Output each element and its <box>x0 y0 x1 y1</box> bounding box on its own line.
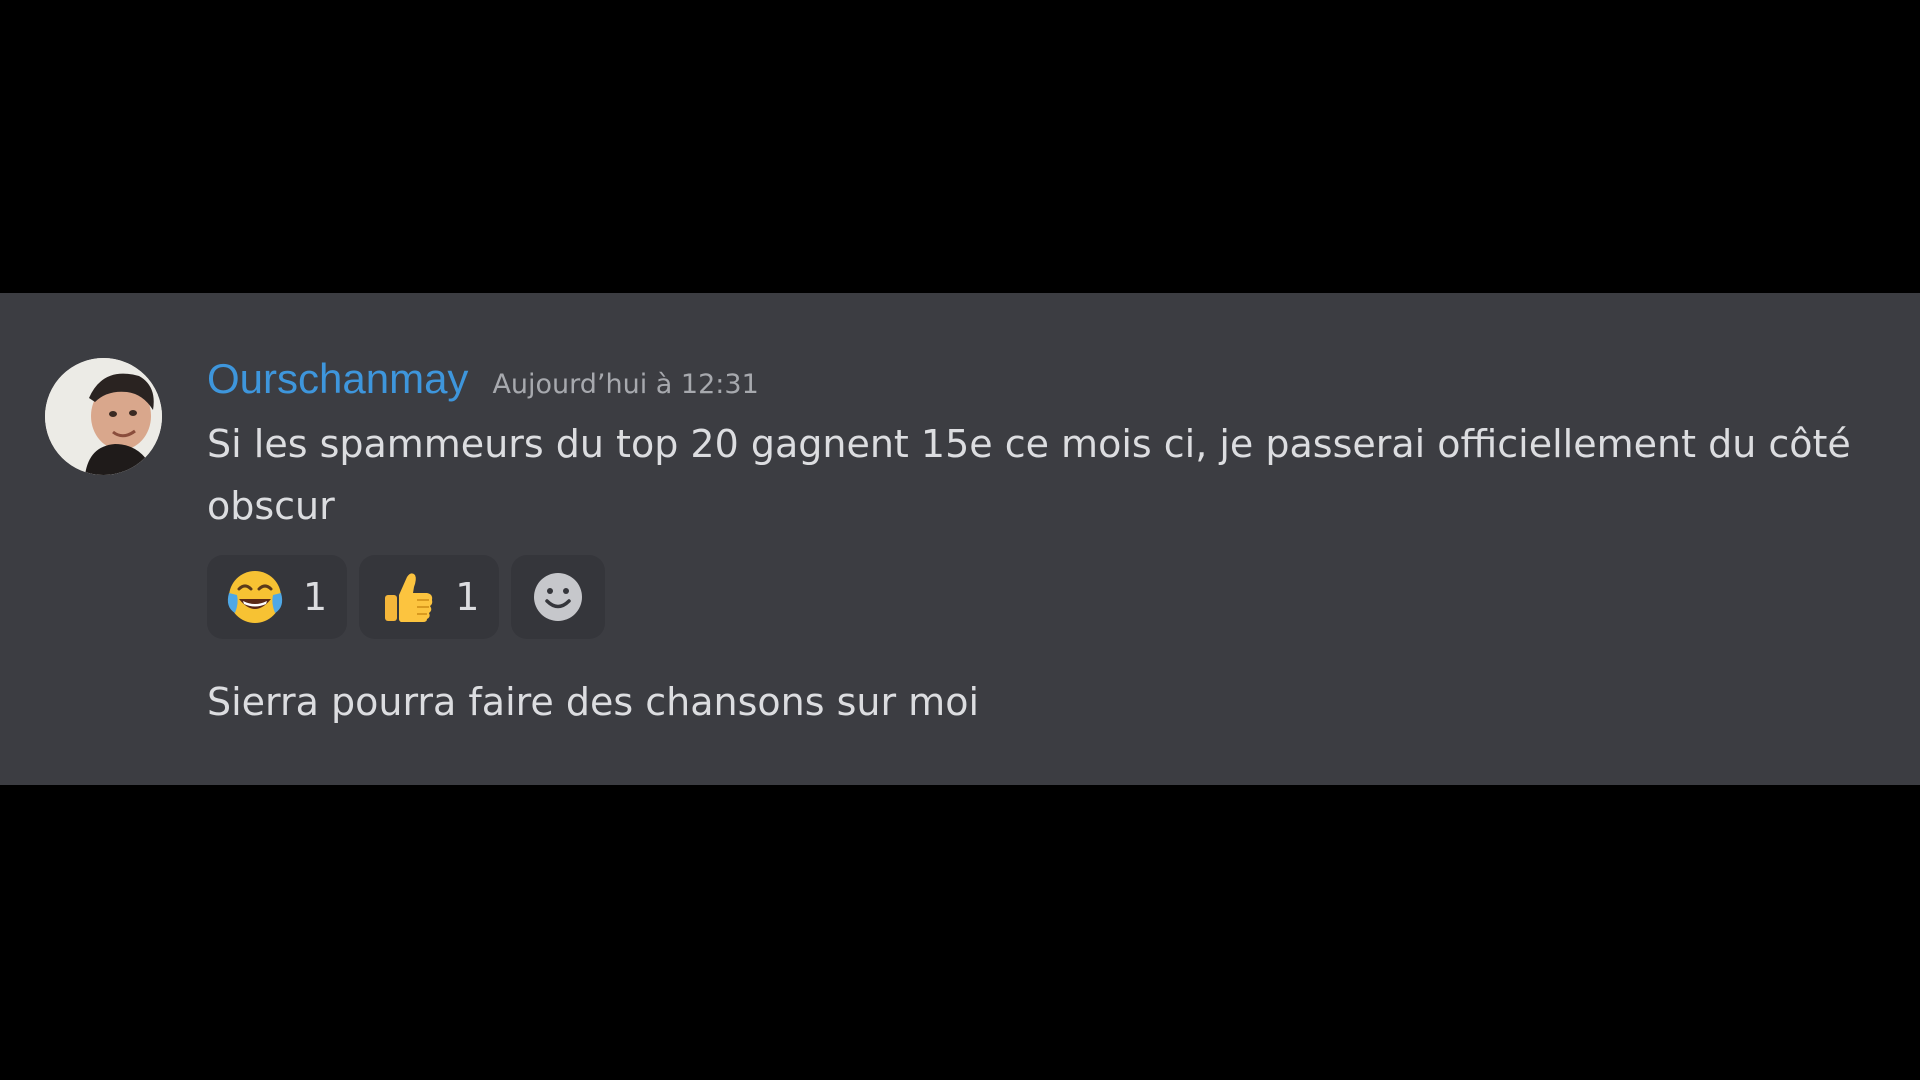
reaction-count: 1 <box>455 575 480 619</box>
reaction-thumbs-up[interactable]: 1 <box>359 555 500 639</box>
reactions-bar: 1 1 <box>207 555 1880 639</box>
timestamp: Aujourd’hui à 12:31 <box>492 369 759 400</box>
avatar[interactable] <box>45 358 162 475</box>
message-content: Ourschanmay Aujourd’hui à 12:31 Si les s… <box>207 355 1880 733</box>
thumbs-up-emoji-icon <box>377 567 437 627</box>
message-header: Ourschanmay Aujourd’hui à 12:31 <box>207 355 1880 411</box>
username[interactable]: Ourschanmay <box>207 355 468 403</box>
followup-message-text: Sierra pourra faire des chansons sur moi <box>207 680 980 724</box>
message-panel: Ourschanmay Aujourd’hui à 12:31 Si les s… <box>0 293 1920 785</box>
add-reaction-smiley-icon <box>531 570 585 624</box>
add-reaction-button[interactable] <box>511 555 606 639</box>
laughing-tears-emoji-icon <box>225 567 285 627</box>
reaction-laughing[interactable]: 1 <box>207 555 348 639</box>
message-text: Si les spammeurs du top 20 gagnent 15e c… <box>207 422 1851 528</box>
reaction-count: 1 <box>303 575 328 619</box>
